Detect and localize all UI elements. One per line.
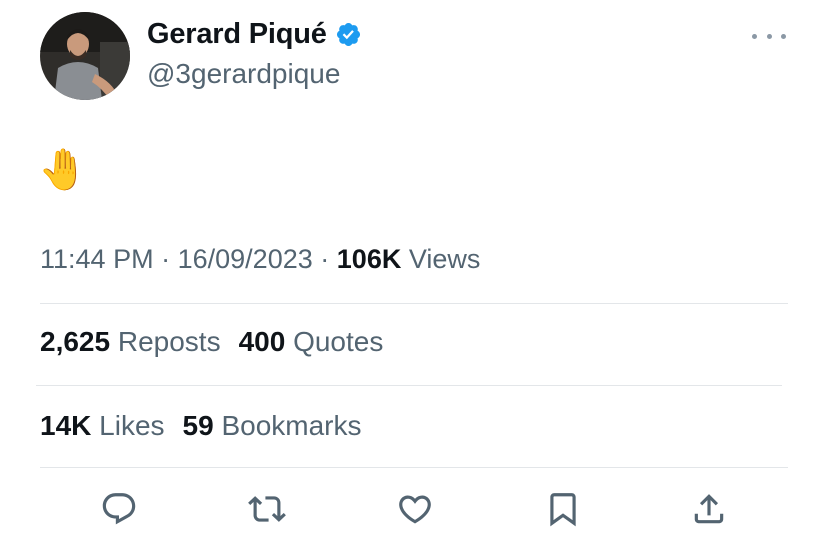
reposts-stat[interactable]: 2,625 Reposts [40,326,221,358]
share-button[interactable] [688,488,730,530]
reposts-label: Reposts [117,326,221,357]
quotes-count: 400 [238,326,286,357]
views-label: Views [408,244,481,274]
bookmarks-label: Bookmarks [221,410,362,441]
divider [40,467,788,468]
author-handle[interactable]: @3gerardpique [147,58,340,90]
share-icon [694,494,724,524]
avatar[interactable] [40,12,130,100]
meta-separator: · [320,244,330,274]
bookmarks-count: 59 [182,410,214,441]
repost-button[interactable] [246,488,288,530]
bookmark-icon [550,493,576,527]
bookmark-button[interactable] [542,488,584,530]
likes-stat[interactable]: 14K Likes [40,410,165,442]
author-name-row: Gerard Piqué [147,18,362,51]
tweet-time[interactable]: 11:44 PM [40,244,154,274]
like-button[interactable] [394,488,436,530]
verified-badge-icon [336,22,360,47]
reply-icon [102,493,136,525]
divider [36,385,782,386]
likes-count: 14K [40,410,92,441]
quotes-label: Quotes [293,326,384,357]
meta-separator: · [161,244,171,274]
quotes-stat[interactable]: 400 Quotes [239,326,384,358]
more-options-icon[interactable] [752,26,786,46]
avatar-image [40,12,130,100]
tweet-detail: Gerard Piqué @3gerardpique 🤚 11:44 PM · … [0,0,828,540]
stats-row: 2,625 Reposts 400 Quotes [40,326,383,358]
tweet-date[interactable]: 16/09/2023 [178,244,313,274]
views-count: 106K [336,244,402,274]
repost-icon [248,496,286,522]
bookmarks-stat[interactable]: 59 Bookmarks [183,410,362,442]
tweet-text: 🤚 [38,148,88,192]
like-icon [399,495,431,524]
reposts-count: 2,625 [40,326,111,357]
tweet-meta: 11:44 PM · 16/09/2023 · 106K Views [40,244,480,275]
divider [40,303,788,304]
display-name[interactable]: Gerard Piqué [147,18,327,51]
stats-row: 14K Likes 59 Bookmarks [40,410,362,442]
reply-button[interactable] [98,488,140,530]
likes-label: Likes [99,410,165,441]
